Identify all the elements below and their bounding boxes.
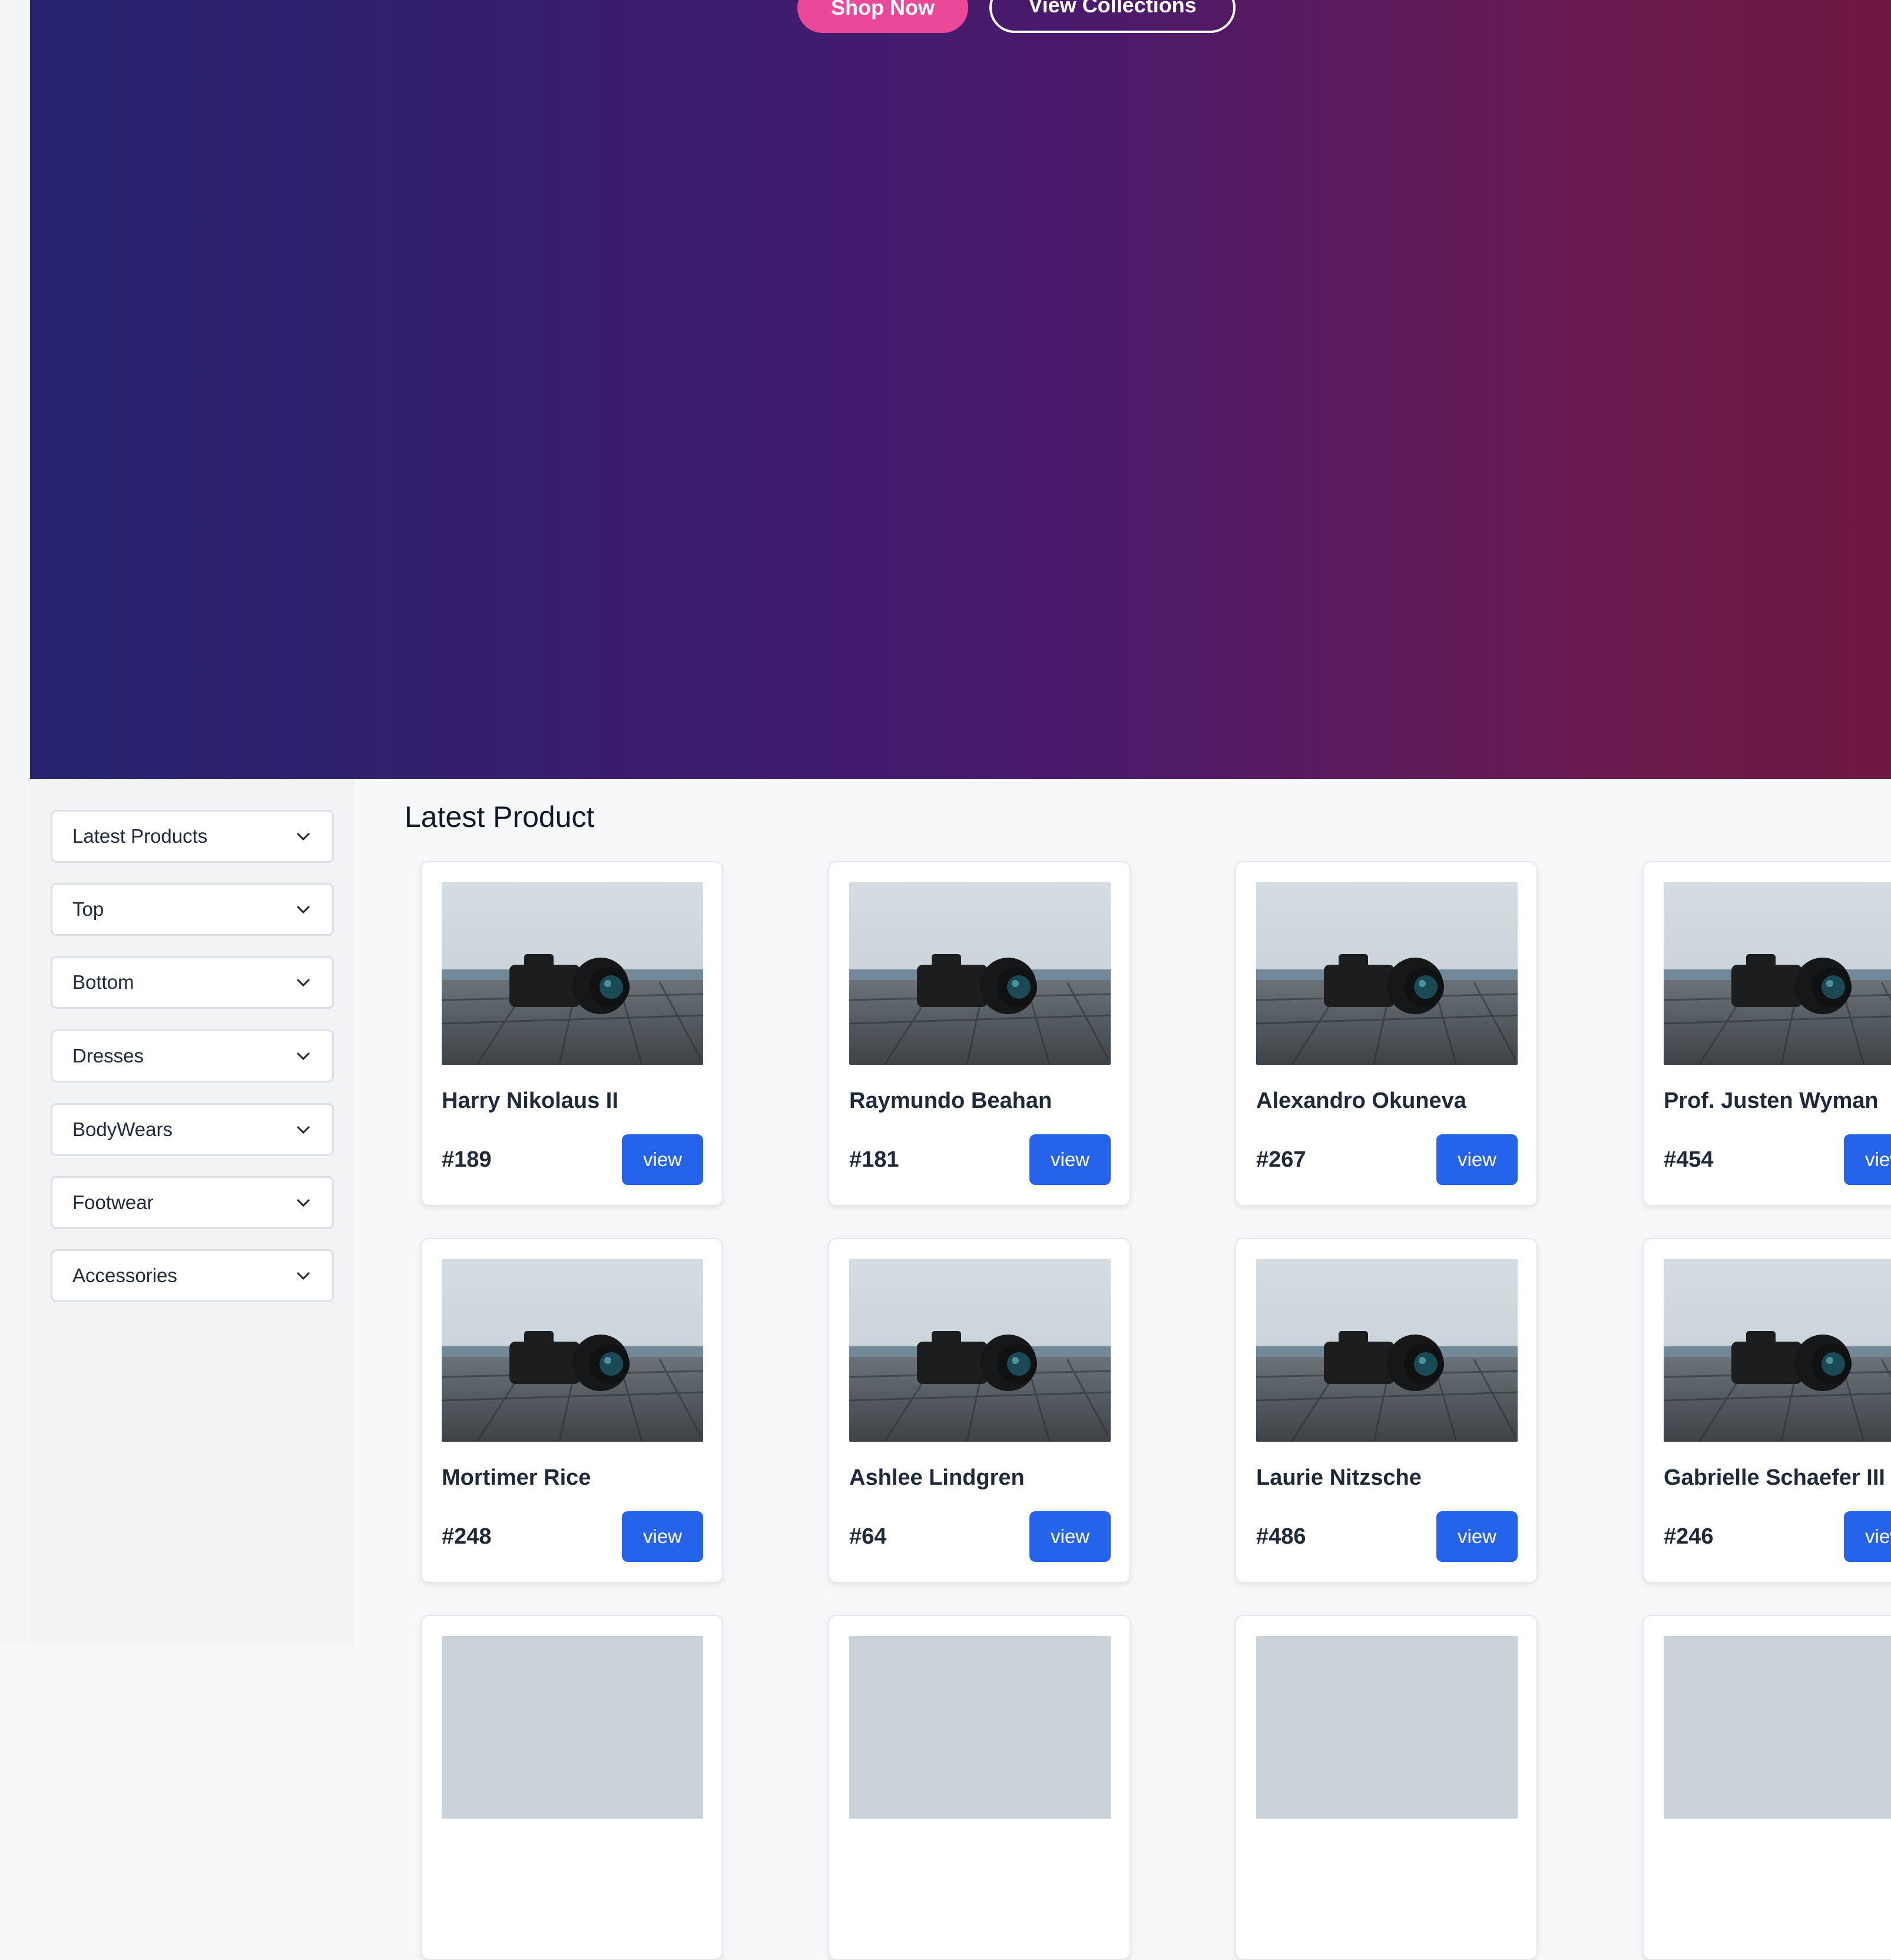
product-id: #267 [1256, 1147, 1306, 1172]
product-image[interactable] [1256, 1259, 1518, 1442]
category-label: Accessories [72, 1264, 177, 1286]
product-image[interactable] [1256, 882, 1518, 1065]
chevron-down-icon [294, 974, 312, 991]
product-id: #248 [442, 1524, 492, 1549]
category-dresses[interactable]: Dresses [51, 1029, 334, 1082]
product-name: Laurie Nitzsche [1256, 1465, 1422, 1490]
product-image[interactable] [1256, 1636, 1518, 1819]
category-bodywears[interactable]: BodyWears [51, 1103, 334, 1156]
product-name: Raymundo Beahan [849, 1088, 1052, 1113]
product-card[interactable]: Raymundo Beahan #181 view [828, 861, 1131, 1206]
category-label: Bottom [72, 971, 134, 993]
category-latest-products[interactable]: Latest Products [51, 810, 334, 863]
product-card[interactable]: Laurie Nitzsche #486 view [1235, 1238, 1538, 1583]
product-image[interactable] [849, 1636, 1111, 1819]
product-name: Prof. Justen Wyman [1664, 1088, 1879, 1113]
chevron-down-icon [294, 1267, 312, 1284]
view-button[interactable]: view [1844, 1511, 1891, 1562]
product-name: Ashlee Lindgren [849, 1465, 1025, 1490]
product-id: #454 [1664, 1147, 1714, 1172]
product-card[interactable] [1235, 1615, 1538, 1960]
chevron-down-icon [294, 1047, 312, 1065]
product-card[interactable]: Mortimer Rice #248 view [420, 1238, 723, 1583]
product-image[interactable] [442, 1259, 703, 1442]
chevron-down-icon [294, 900, 312, 918]
product-id: #486 [1256, 1524, 1306, 1549]
category-top[interactable]: Top [51, 883, 334, 936]
product-id: #189 [442, 1147, 492, 1172]
hero-banner: Shop Now View Collections [30, 0, 1891, 779]
view-button[interactable]: view [1436, 1134, 1518, 1185]
product-image[interactable] [1664, 1636, 1891, 1819]
page-title: Latest Product [405, 800, 595, 833]
view-button[interactable]: view [1029, 1134, 1111, 1185]
product-card[interactable] [828, 1615, 1131, 1960]
left-edge-strip [0, 0, 30, 1644]
category-accessories[interactable]: Accessories [51, 1249, 334, 1302]
product-card[interactable] [1642, 1615, 1891, 1960]
view-button[interactable]: view [1029, 1511, 1111, 1562]
product-name: Alexandro Okuneva [1256, 1088, 1466, 1113]
view-button[interactable]: view [622, 1511, 703, 1562]
product-image[interactable] [1664, 1259, 1891, 1442]
category-bottom[interactable]: Bottom [51, 956, 334, 1009]
view-button[interactable]: view [1436, 1511, 1518, 1562]
product-id: #246 [1664, 1524, 1714, 1549]
product-card[interactable]: Alexandro Okuneva #267 view [1235, 861, 1538, 1206]
category-label: Top [72, 898, 104, 920]
view-collections-button[interactable]: View Collections [989, 0, 1236, 33]
shop-now-button[interactable]: Shop Now [797, 0, 968, 33]
category-label: BodyWears [72, 1118, 173, 1140]
category-footwear[interactable]: Footwear [51, 1176, 334, 1229]
view-button[interactable]: view [622, 1134, 703, 1185]
product-card[interactable]: Prof. Justen Wyman #454 view [1642, 861, 1891, 1206]
product-card[interactable]: Ashlee Lindgren #64 view [828, 1238, 1131, 1583]
view-button[interactable]: view [1844, 1134, 1891, 1185]
product-name: Harry Nikolaus II [442, 1088, 618, 1113]
category-label: Footwear [72, 1191, 154, 1213]
chevron-down-icon [294, 1121, 312, 1138]
product-name: Mortimer Rice [442, 1465, 591, 1490]
product-image[interactable] [1664, 882, 1891, 1065]
product-image[interactable] [849, 1259, 1111, 1442]
product-id: #64 [849, 1524, 887, 1549]
chevron-down-icon [294, 827, 312, 845]
category-label: Dresses [72, 1045, 144, 1067]
category-sidebar: Latest Products Top Bottom Dresses BodyW… [30, 779, 354, 1644]
product-image[interactable] [442, 882, 703, 1065]
product-card[interactable]: Gabrielle Schaefer III #246 view [1642, 1238, 1891, 1583]
category-label: Latest Products [72, 825, 208, 847]
product-card[interactable] [420, 1615, 723, 1960]
chevron-down-icon [294, 1194, 312, 1211]
product-image[interactable] [849, 882, 1111, 1065]
product-image[interactable] [442, 1636, 703, 1819]
product-name: Gabrielle Schaefer III [1664, 1465, 1885, 1490]
product-id: #181 [849, 1147, 899, 1172]
product-card[interactable]: Harry Nikolaus II #189 view [420, 861, 723, 1206]
